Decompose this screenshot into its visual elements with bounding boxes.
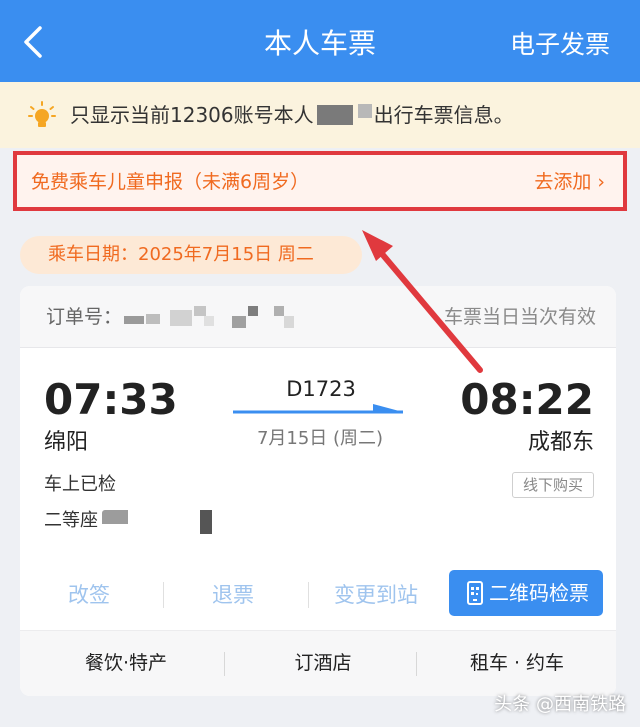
change-destination-button[interactable]: 变更到站 [334,580,418,610]
qr-check-in-button[interactable]: 二维码检票 [449,570,603,616]
arrival-time: 08:22 [460,375,594,424]
notice-text: 只显示当前12306账号本人 出行车票信息。 [70,103,514,127]
hotel-booking-link[interactable]: 订酒店 [230,649,416,677]
watermark: 头条 @西南铁路 [494,694,626,715]
ticket-status: 车上已检 [44,474,116,495]
order-row: 订单号： 车票当日当次有效 [20,286,616,348]
notice-bar: 只显示当前12306账号本人 出行车票信息。 [0,82,640,148]
direction-arrow-icon [233,404,403,414]
add-child-link[interactable]: 去添加 › [534,169,605,195]
redacted-seat [102,510,128,524]
validity-note: 车票当日当次有效 [443,306,596,328]
app-header: 本人车票 电子发票 [0,0,640,82]
free-child-declaration-banner[interactable]: 免费乘车儿童申报（未满6周岁） 去添加 › [13,151,627,211]
redacted-order-number [124,306,314,330]
travel-date-badge: 乘车日期：2025年7月15日 周二 [20,236,362,274]
seat-info: 二等座 [44,508,212,534]
departure-station: 绵阳 [44,430,89,455]
redacted-name [316,105,353,125]
refund-button[interactable]: 退票 [212,580,254,610]
qr-phone-icon [467,581,483,605]
e-invoice-button[interactable]: 电子发票 [510,26,610,64]
child-declaration-label: 免费乘车儿童申报（未满6周岁） [31,171,310,193]
extra-services-bar: 餐饮·特产 订酒店 租车 · 约车 [20,630,616,696]
food-specialty-link[interactable]: 餐饮·特产 [20,649,232,677]
order-number-label: 订单号： [46,306,123,328]
lightbulb-icon [28,101,56,127]
departure-time: 07:33 [44,375,178,424]
car-rental-link[interactable]: 租车 · 约车 [418,649,616,677]
arrival-station: 成都东 [527,430,594,455]
train-number: D1723 [286,377,356,401]
purchase-type-badge: 线下购买 [512,472,594,498]
ticket-actions: 改签 退票 变更到站 二维码检票 [20,570,616,618]
change-ticket-button[interactable]: 改签 [68,580,110,610]
train-date: 7月15日 (周二) [256,428,384,449]
ticket-card: 订单号： 车票当日当次有效 07:33 绵阳 D1723 7月15日 (周二) … [20,286,616,696]
